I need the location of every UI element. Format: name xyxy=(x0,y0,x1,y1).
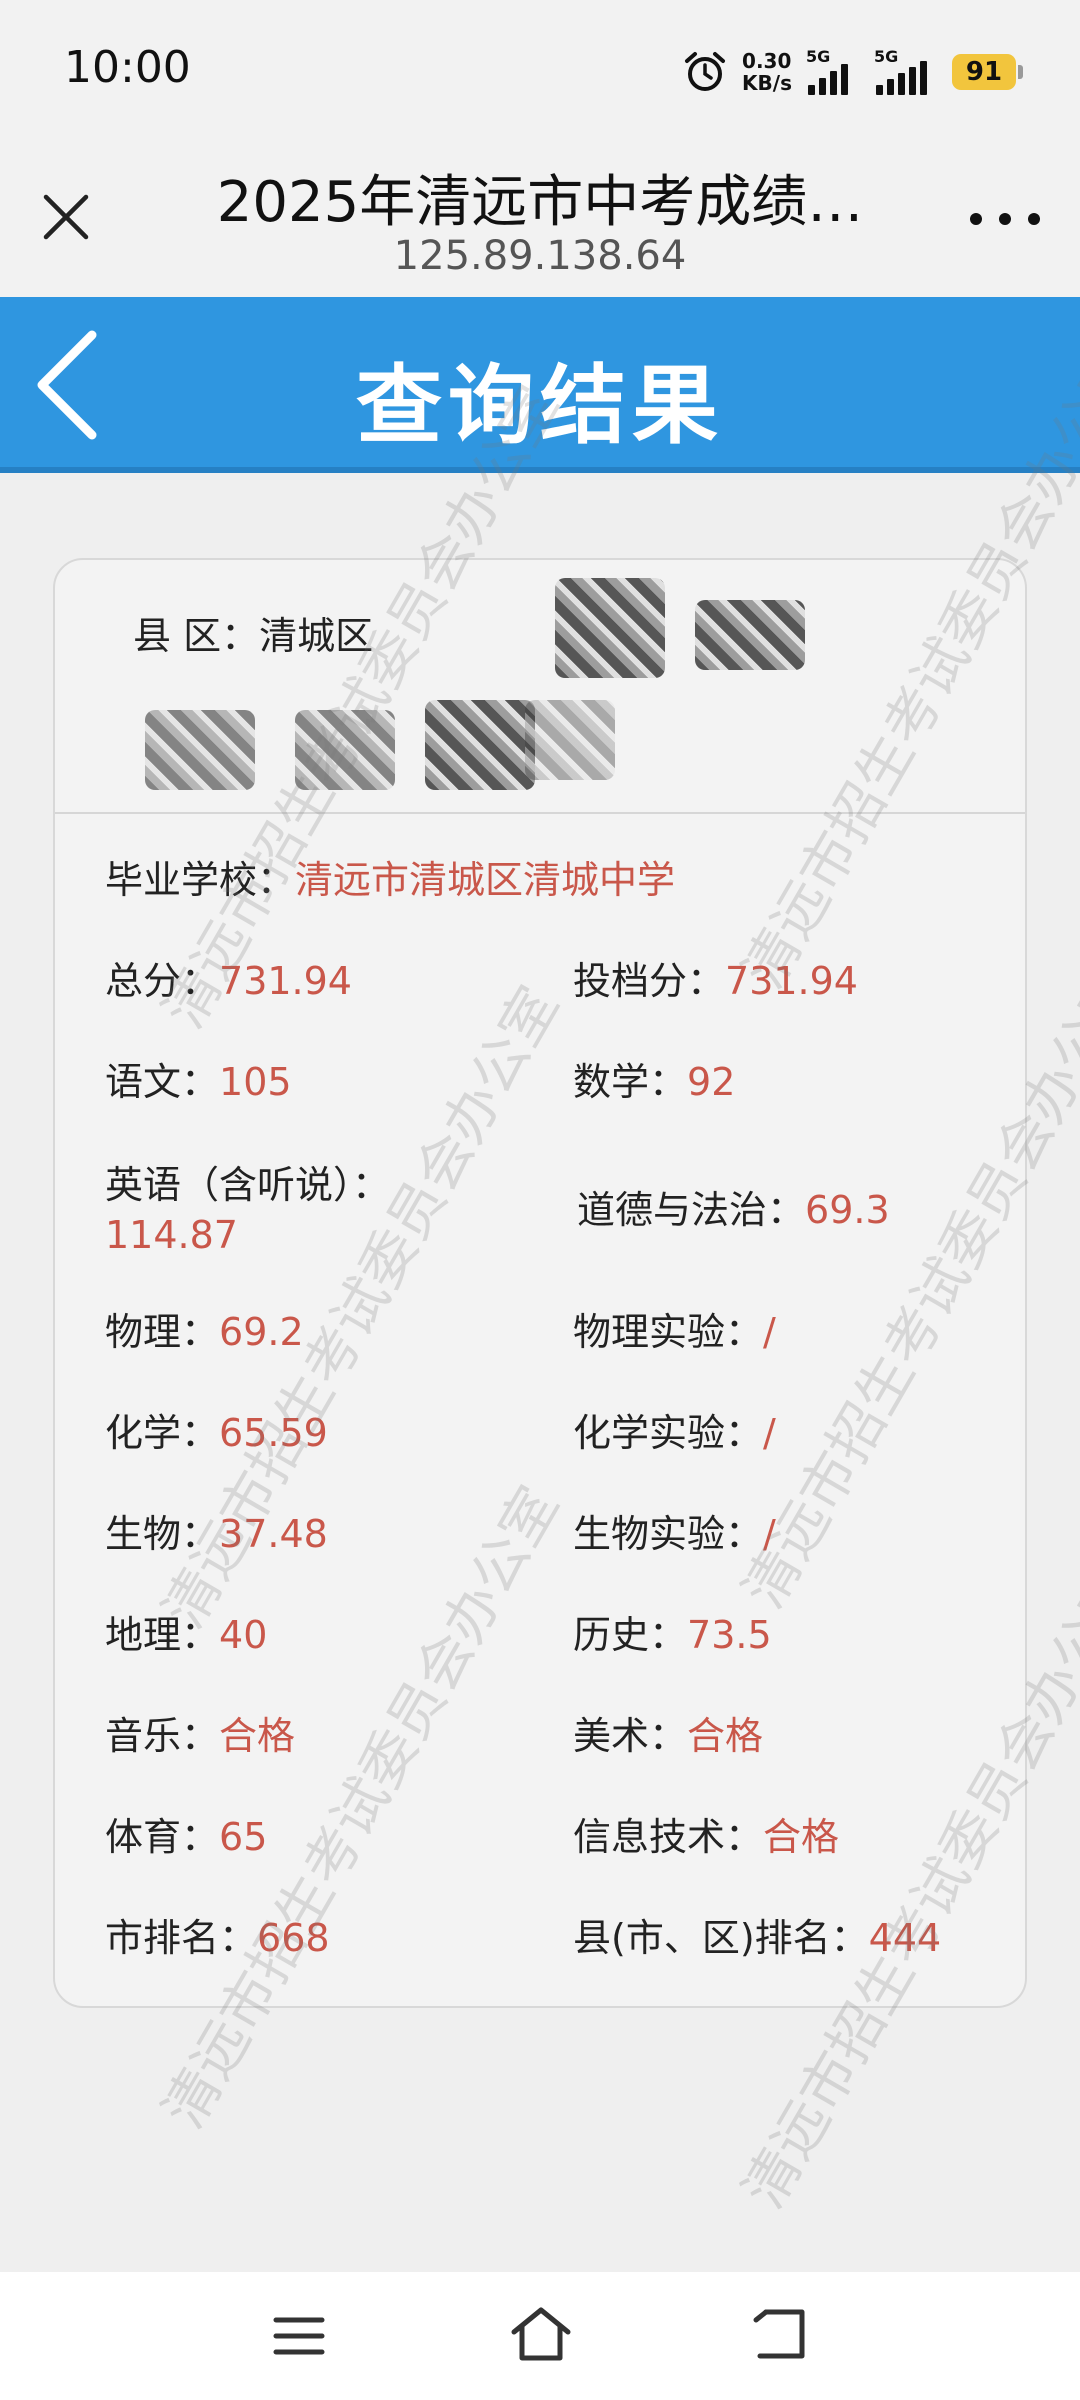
field-physics: 物理：69.2 xyxy=(105,1307,304,1357)
redacted-area xyxy=(555,578,665,678)
page-url[interactable]: 125.89.138.64 xyxy=(180,233,900,279)
signal-sim1-icon: 5G xyxy=(806,47,860,95)
county-row: 县 区：清城区 xyxy=(133,605,373,660)
history-value: 73.5 xyxy=(687,1613,772,1657)
home-icon[interactable] xyxy=(508,2302,574,2364)
menu-icon[interactable] xyxy=(272,2312,326,2360)
art-label: 美术： xyxy=(573,1714,688,1758)
pe-value: 65 xyxy=(219,1815,268,1859)
geography-value: 40 xyxy=(219,1613,268,1657)
geography-label: 地理： xyxy=(105,1613,220,1657)
total-value: 731.94 xyxy=(219,959,352,1003)
card-divider xyxy=(55,812,1025,814)
field-city-rank: 市排名：668 xyxy=(105,1913,330,1963)
music-label: 音乐： xyxy=(105,1714,220,1758)
field-chemistry-lab: 化学实验：/ xyxy=(573,1408,776,1458)
redacted-area xyxy=(295,710,395,790)
redacted-area xyxy=(525,700,615,780)
physics-lab-value: / xyxy=(763,1310,776,1354)
header-title: 查询结果 xyxy=(356,356,724,456)
biology-lab-value: / xyxy=(763,1512,776,1556)
results-header: 查询结果 xyxy=(0,297,1080,473)
it-label: 信息技术： xyxy=(573,1815,764,1859)
network-speed: 0.30 KB/s xyxy=(742,50,792,94)
school-value: 清远市清城区清城中学 xyxy=(295,858,676,902)
biology-value: 37.48 xyxy=(219,1512,328,1556)
field-art: 美术：合格 xyxy=(573,1711,763,1761)
field-biology: 生物：37.48 xyxy=(105,1509,328,1559)
alarm-icon xyxy=(685,52,726,91)
result-card: 县 区：清城区 毕业学校：清远市清城区清城中学 总分：731.94 投档分：73… xyxy=(53,558,1027,2008)
sim2-label: 5G xyxy=(874,47,899,66)
chemistry-lab-value: / xyxy=(763,1411,776,1455)
field-total: 总分：731.94 xyxy=(105,956,352,1006)
browser-title-bar: 2025年清远市中考成绩… 125.89.138.64 xyxy=(0,145,1080,297)
status-icons: 0.30 KB/s 5G 5G 91 xyxy=(682,44,1023,100)
field-it: 信息技术：合格 xyxy=(573,1812,839,1862)
sim1-label: 5G xyxy=(806,47,831,66)
admission-label: 投档分： xyxy=(573,959,726,1003)
field-geography: 地理：40 xyxy=(105,1610,267,1660)
it-value: 合格 xyxy=(763,1815,840,1859)
field-chinese: 语文：105 xyxy=(105,1057,292,1107)
county-rank-label: 县(市、区)排名： xyxy=(573,1916,869,1960)
redacted-area xyxy=(145,710,255,790)
network-speed-unit: KB/s xyxy=(742,71,792,95)
field-biology-lab: 生物实验：/ xyxy=(573,1509,776,1559)
total-label: 总分： xyxy=(105,959,220,1003)
page-title: 2025年清远市中考成绩… xyxy=(216,170,864,235)
chemistry-lab-label: 化学实验： xyxy=(573,1411,764,1455)
biology-label: 生物： xyxy=(105,1512,220,1556)
chemistry-value: 65.59 xyxy=(219,1411,328,1455)
field-history: 历史：73.5 xyxy=(573,1610,772,1660)
physics-lab-label: 物理实验： xyxy=(573,1310,764,1354)
school-label: 毕业学校： xyxy=(105,858,296,902)
field-physics-lab: 物理实验：/ xyxy=(573,1307,776,1357)
admission-value: 731.94 xyxy=(725,959,858,1003)
art-value: 合格 xyxy=(687,1714,764,1758)
city-rank-value: 668 xyxy=(257,1916,330,1960)
biology-lab-label: 生物实验： xyxy=(573,1512,764,1556)
field-music: 音乐：合格 xyxy=(105,1711,295,1761)
status-time: 10:00 xyxy=(64,42,191,93)
physics-value: 69.2 xyxy=(219,1310,304,1354)
nav-back-icon[interactable] xyxy=(752,2306,810,2362)
field-pe: 体育：65 xyxy=(105,1812,267,1862)
field-morality: 道德与法治：69.3 xyxy=(577,1185,890,1235)
english-label: 英语（含听说）： xyxy=(105,1163,391,1207)
system-nav-bar xyxy=(0,2272,1080,2400)
pe-label: 体育： xyxy=(105,1815,220,1859)
music-value: 合格 xyxy=(219,1714,296,1758)
morality-value: 69.3 xyxy=(805,1188,890,1232)
signal-sim2-icon: 5G xyxy=(874,47,938,95)
redacted-area xyxy=(695,600,805,670)
chinese-value: 105 xyxy=(219,1060,292,1104)
close-icon[interactable] xyxy=(38,189,94,245)
network-speed-value: 0.30 xyxy=(742,49,792,73)
county-value: 清城区 xyxy=(259,614,374,658)
chinese-label: 语文： xyxy=(105,1060,220,1104)
field-county-rank: 县(市、区)排名：444 xyxy=(573,1913,941,1963)
battery-icon: 91 xyxy=(952,54,1023,90)
redacted-area xyxy=(425,700,535,790)
field-chemistry: 化学：65.59 xyxy=(105,1408,328,1458)
physics-label: 物理： xyxy=(105,1310,220,1354)
math-value: 92 xyxy=(687,1060,736,1104)
field-admission: 投档分：731.94 xyxy=(573,956,858,1006)
status-bar: 10:00 0.30 KB/s 5G 5G 91 xyxy=(0,0,1080,145)
english-value: 114.87 xyxy=(105,1213,238,1257)
field-school: 毕业学校：清远市清城区清城中学 xyxy=(105,855,675,905)
morality-label: 道德与法治： xyxy=(577,1188,806,1232)
field-english: 英语（含听说）： 114.87 xyxy=(105,1160,525,1260)
field-math: 数学：92 xyxy=(573,1057,735,1107)
county-rank-value: 444 xyxy=(868,1916,942,1960)
math-label: 数学： xyxy=(573,1060,688,1104)
county-label: 县 区： xyxy=(133,614,260,658)
more-options-icon[interactable] xyxy=(970,209,1040,229)
chemistry-label: 化学： xyxy=(105,1411,220,1455)
history-label: 历史： xyxy=(573,1613,688,1657)
city-rank-label: 市排名： xyxy=(105,1916,258,1960)
